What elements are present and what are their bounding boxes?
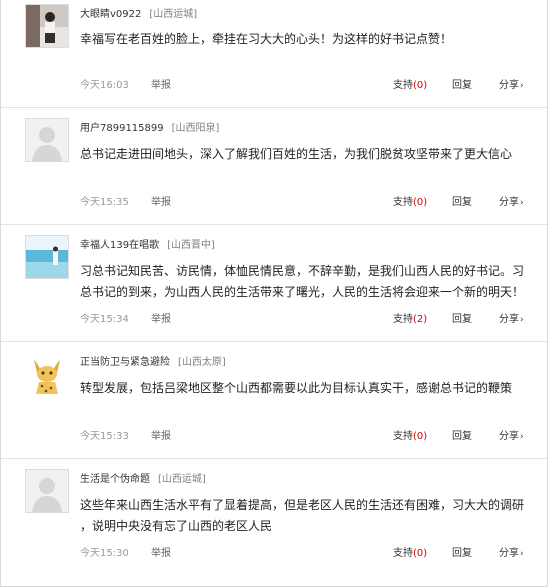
comment-list: 大眼睛v0922 [山西运城] 幸福写在老百姓的脸上，牵挂在习大大的心头！为这样的…: [0, 0, 548, 587]
reply-button[interactable]: 回复: [452, 196, 472, 210]
share-label: 分享: [499, 314, 519, 325]
chevron-right-icon: ›: [520, 432, 524, 442]
share-button[interactable]: 分享›: [499, 79, 524, 93]
support-count: (2): [413, 314, 428, 325]
comment-item: 生活是个伪命题 [山西运城] 这些年来山西生活水平有了显着提高，但是老区人民的生活…: [1, 458, 547, 575]
chevron-right-icon: ›: [520, 81, 524, 91]
support-button[interactable]: 支持(0): [393, 196, 427, 210]
comment-meta: 幸福人139在唱歌 [山西晋中]: [80, 239, 215, 253]
photo-avatar-icon: [26, 5, 68, 47]
comment-meta: 生活是个伪命题 [山西运城]: [80, 473, 206, 487]
share-button[interactable]: 分享›: [499, 430, 524, 444]
user-location: [山西太原]: [178, 357, 226, 368]
support-button[interactable]: 支持(2): [393, 313, 427, 327]
reply-button[interactable]: 回复: [452, 430, 472, 444]
comment-item: 大眼睛v0922 [山西运城] 幸福写在老百姓的脸上，牵挂在习大大的心头！为这样的…: [1, 0, 547, 107]
user-name[interactable]: 生活是个伪命题: [80, 474, 150, 485]
support-label: 支持: [393, 80, 413, 91]
support-button[interactable]: 支持(0): [393, 430, 427, 444]
user-name[interactable]: 幸福人139在唱歌: [80, 240, 159, 251]
comment-text: 转型发展，包括吕梁地区整个山西都需要以此为目标认真实干，感谢总书记的鞭策: [80, 381, 513, 395]
comment-text: 幸福写在老百姓的脸上，牵挂在习大大的心头！为这样的好书记点赞！: [80, 32, 453, 46]
report-button[interactable]: 举报: [151, 313, 171, 327]
support-label: 支持: [393, 197, 413, 208]
share-button[interactable]: 分享›: [499, 196, 524, 210]
post-time: 今天15:30: [80, 548, 129, 559]
report-button[interactable]: 举报: [151, 547, 171, 561]
comment-item: 正当防卫与紧急避险 [山西太原] 转型发展，包括吕梁地区整个山西都需要以此为目标认…: [1, 341, 547, 458]
comment-meta: 大眼睛v0922 [山西运城]: [80, 8, 197, 22]
user-name[interactable]: 正当防卫与紧急避险: [80, 357, 170, 368]
reply-button[interactable]: 回复: [452, 313, 472, 327]
share-label: 分享: [499, 431, 519, 442]
user-name[interactable]: 大眼睛v0922: [80, 9, 141, 20]
support-label: 支持: [393, 431, 413, 442]
comment-item: 幸福人139在唱歌 [山西晋中] 习总书记知民苦、访民情，体恤民情民意，不辞辛勤，…: [1, 224, 547, 341]
share-label: 分享: [499, 548, 519, 559]
user-avatar[interactable]: [25, 469, 69, 513]
user-avatar[interactable]: [25, 235, 69, 279]
comment-meta: 用户7899115899 [山西阳泉]: [80, 122, 219, 136]
user-location: [山西阳泉]: [171, 123, 220, 134]
comment-actions: 今天15:34 举报 支持(2) 回复 分享›: [1, 313, 547, 327]
report-button[interactable]: 举报: [151, 430, 171, 444]
user-location: [山西运城]: [149, 9, 198, 20]
report-button[interactable]: 举报: [151, 196, 171, 210]
user-avatar[interactable]: [25, 4, 69, 48]
comment-text: 总书记走进田间地头，深入了解我们百姓的生活，为我们脱贫攻坚带来了更大信心: [80, 147, 513, 161]
share-label: 分享: [499, 197, 519, 208]
support-button[interactable]: 支持(0): [393, 547, 427, 561]
share-label: 分享: [499, 80, 519, 91]
support-count: (0): [413, 548, 428, 559]
user-location: [山西晋中]: [167, 240, 215, 251]
comment-text: 习总书记知民苦、访民情，体恤民情民意，不辞辛勤，是我们山西人民的好书记。习总书记…: [80, 264, 525, 299]
default-avatar-icon: [26, 470, 68, 512]
comment-actions: 今天15:30 举报 支持(0) 回复 分享›: [1, 547, 547, 561]
comment-actions: 今天15:35 举报 支持(0) 回复 分享›: [1, 196, 547, 210]
user-avatar[interactable]: [25, 118, 69, 162]
post-time: 今天15:34: [80, 314, 129, 325]
comment-item: 用户7899115899 [山西阳泉] 总书记走进田间地头，深入了解我们百姓的生活…: [1, 107, 547, 224]
comment-actions: 今天15:33 举报 支持(0) 回复 分享›: [1, 430, 547, 444]
user-location: [山西运城]: [158, 474, 206, 485]
reply-button[interactable]: 回复: [452, 79, 472, 93]
share-button[interactable]: 分享›: [499, 313, 524, 327]
support-count: (0): [413, 80, 428, 91]
support-count: (0): [413, 431, 428, 442]
comment-meta: 正当防卫与紧急避险 [山西太原]: [80, 356, 226, 370]
chevron-right-icon: ›: [520, 549, 524, 559]
user-avatar[interactable]: [25, 352, 69, 396]
chevron-right-icon: ›: [520, 198, 524, 208]
report-button[interactable]: 举报: [151, 79, 171, 93]
chevron-right-icon: ›: [520, 315, 524, 325]
support-button[interactable]: 支持(0): [393, 79, 427, 93]
beach-avatar-icon: [26, 236, 68, 278]
comment-actions: 今天16:03 举报 支持(0) 回复 分享›: [1, 79, 547, 93]
serval-cat-avatar-icon: [26, 353, 68, 395]
post-time: 今天15:33: [80, 431, 129, 442]
support-label: 支持: [393, 314, 413, 325]
reply-button[interactable]: 回复: [452, 547, 472, 561]
post-time: 今天15:35: [80, 197, 129, 208]
comment-text: 这些年来山西生活水平有了显着提高，但是老区人民的生活还有困难，习大大的调研 ，说…: [80, 498, 525, 533]
share-button[interactable]: 分享›: [499, 547, 524, 561]
default-avatar-icon: [26, 119, 68, 161]
post-time: 今天16:03: [80, 80, 129, 91]
user-name[interactable]: 用户7899115899: [80, 123, 164, 134]
support-label: 支持: [393, 548, 413, 559]
support-count: (0): [413, 197, 428, 208]
